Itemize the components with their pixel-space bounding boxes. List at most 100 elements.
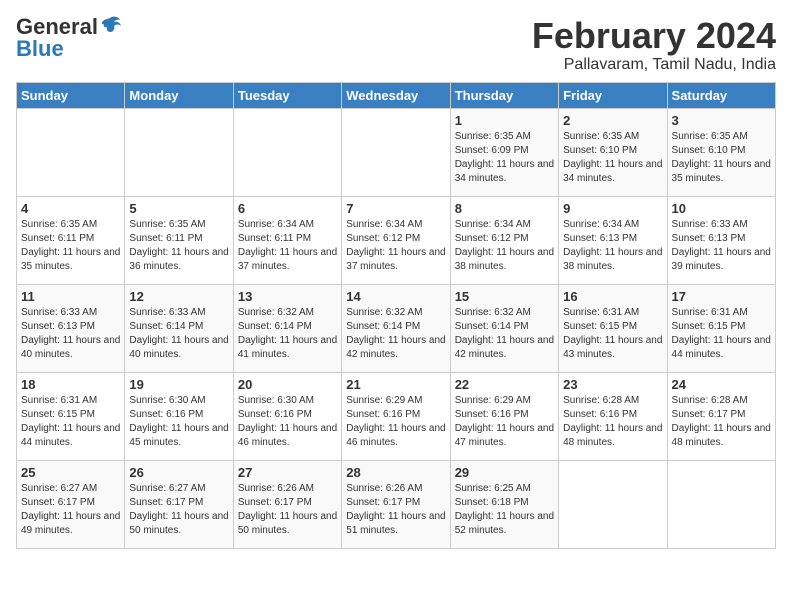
day-number: 16	[563, 289, 662, 304]
day-info: Sunrise: 6:32 AMSunset: 6:14 PMDaylight:…	[238, 306, 337, 362]
day-number: 28	[346, 465, 445, 480]
day-number: 26	[129, 465, 228, 480]
day-number: 29	[455, 465, 554, 480]
weekday-header: Tuesday	[233, 82, 341, 108]
calendar-cell: 9 Sunrise: 6:34 AMSunset: 6:13 PMDaylight…	[559, 196, 667, 284]
day-number: 27	[238, 465, 337, 480]
logo-bird-icon	[100, 14, 122, 36]
weekday-header: Sunday	[17, 82, 125, 108]
calendar-cell	[559, 460, 667, 548]
day-number: 20	[238, 377, 337, 392]
title-section: February 2024 Pallavaram, Tamil Nadu, In…	[532, 16, 776, 74]
day-info: Sunrise: 6:34 AMSunset: 6:12 PMDaylight:…	[455, 218, 554, 274]
calendar-cell: 3Sunrise: 6:35 AMSunset: 6:10 PMDaylight…	[667, 108, 775, 196]
calendar-cell: 15Sunrise: 6:32 AMSunset: 6:14 PMDayligh…	[450, 284, 558, 372]
day-number: 22	[455, 377, 554, 392]
calendar-cell: 7 Sunrise: 6:34 AMSunset: 6:12 PMDaylight…	[342, 196, 450, 284]
calendar-cell: 17Sunrise: 6:31 AMSunset: 6:15 PMDayligh…	[667, 284, 775, 372]
calendar-week-row: 4 Sunrise: 6:35 AMSunset: 6:11 PMDaylight…	[17, 196, 776, 284]
calendar-cell: 25 Sunrise: 6:27 AMSunset: 6:17 PMDayligh…	[17, 460, 125, 548]
day-info: Sunrise: 6:34 AMSunset: 6:13 PMDaylight:…	[563, 218, 662, 274]
calendar-cell: 24 Sunrise: 6:28 AMSunset: 6:17 PMDayligh…	[667, 372, 775, 460]
calendar-week-row: 11Sunrise: 6:33 AMSunset: 6:13 PMDayligh…	[17, 284, 776, 372]
day-info: Sunrise: 6:31 AMSunset: 6:15 PMDaylight:…	[21, 394, 120, 450]
calendar-cell: 28Sunrise: 6:26 AMSunset: 6:17 PMDayligh…	[342, 460, 450, 548]
calendar-cell: 19 Sunrise: 6:30 AMSunset: 6:16 PMDayligh…	[125, 372, 233, 460]
calendar-body: 1 Sunrise: 6:35 AMSunset: 6:09 PMDaylight…	[17, 108, 776, 548]
day-number: 10	[672, 201, 771, 216]
day-info: Sunrise: 6:27 AMSunset: 6:17 PMDaylight:…	[129, 482, 228, 538]
calendar-cell: 23Sunrise: 6:28 AMSunset: 6:16 PMDayligh…	[559, 372, 667, 460]
day-info: Sunrise: 6:34 AMSunset: 6:12 PMDaylight:…	[346, 218, 445, 274]
day-number: 24	[672, 377, 771, 392]
day-number: 21	[346, 377, 445, 392]
day-info: Sunrise: 6:32 AMSunset: 6:14 PMDaylight:…	[455, 306, 554, 362]
calendar-cell: 5 Sunrise: 6:35 AMSunset: 6:11 PMDaylight…	[125, 196, 233, 284]
day-info: Sunrise: 6:33 AMSunset: 6:13 PMDaylight:…	[672, 218, 771, 274]
day-info: Sunrise: 6:29 AMSunset: 6:16 PMDaylight:…	[455, 394, 554, 450]
day-number: 1	[455, 113, 554, 128]
day-info: Sunrise: 6:26 AMSunset: 6:17 PMDaylight:…	[238, 482, 337, 538]
day-info: Sunrise: 6:33 AMSunset: 6:14 PMDaylight:…	[129, 306, 228, 362]
location-text: Pallavaram, Tamil Nadu, India	[532, 56, 776, 74]
calendar-cell	[233, 108, 341, 196]
calendar-cell	[17, 108, 125, 196]
calendar-cell: 16Sunrise: 6:31 AMSunset: 6:15 PMDayligh…	[559, 284, 667, 372]
calendar-cell: 29 Sunrise: 6:25 AMSunset: 6:18 PMDayligh…	[450, 460, 558, 548]
calendar-table: SundayMondayTuesdayWednesdayThursdayFrid…	[16, 82, 776, 549]
day-info: Sunrise: 6:27 AMSunset: 6:17 PMDaylight:…	[21, 482, 120, 538]
day-info: Sunrise: 6:35 AMSunset: 6:11 PMDaylight:…	[129, 218, 228, 274]
weekday-header: Friday	[559, 82, 667, 108]
day-number: 4	[21, 201, 120, 216]
day-info: Sunrise: 6:33 AMSunset: 6:13 PMDaylight:…	[21, 306, 120, 362]
logo-general-text: General	[16, 16, 98, 38]
weekday-header: Thursday	[450, 82, 558, 108]
day-number: 8	[455, 201, 554, 216]
weekday-header: Saturday	[667, 82, 775, 108]
logo-blue-text: Blue	[16, 38, 64, 60]
weekday-header: Wednesday	[342, 82, 450, 108]
calendar-cell	[667, 460, 775, 548]
day-number: 7	[346, 201, 445, 216]
day-number: 25	[21, 465, 120, 480]
day-info: Sunrise: 6:34 AMSunset: 6:11 PMDaylight:…	[238, 218, 337, 274]
calendar-cell: 11Sunrise: 6:33 AMSunset: 6:13 PMDayligh…	[17, 284, 125, 372]
calendar-cell	[125, 108, 233, 196]
day-number: 17	[672, 289, 771, 304]
calendar-cell: 1 Sunrise: 6:35 AMSunset: 6:09 PMDaylight…	[450, 108, 558, 196]
weekday-header: Monday	[125, 82, 233, 108]
day-info: Sunrise: 6:25 AMSunset: 6:18 PMDaylight:…	[455, 482, 554, 538]
calendar-cell: 2Sunrise: 6:35 AMSunset: 6:10 PMDaylight…	[559, 108, 667, 196]
calendar-week-row: 1 Sunrise: 6:35 AMSunset: 6:09 PMDaylight…	[17, 108, 776, 196]
day-info: Sunrise: 6:35 AMSunset: 6:09 PMDaylight:…	[455, 130, 554, 186]
day-info: Sunrise: 6:35 AMSunset: 6:10 PMDaylight:…	[563, 130, 662, 186]
calendar-header: SundayMondayTuesdayWednesdayThursdayFrid…	[17, 82, 776, 108]
calendar-cell: 21 Sunrise: 6:29 AMSunset: 6:16 PMDayligh…	[342, 372, 450, 460]
day-info: Sunrise: 6:29 AMSunset: 6:16 PMDaylight:…	[346, 394, 445, 450]
day-number: 23	[563, 377, 662, 392]
calendar-cell: 22 Sunrise: 6:29 AMSunset: 6:16 PMDayligh…	[450, 372, 558, 460]
day-number: 6	[238, 201, 337, 216]
logo: General Blue	[16, 16, 122, 60]
day-number: 19	[129, 377, 228, 392]
day-number: 13	[238, 289, 337, 304]
day-info: Sunrise: 6:28 AMSunset: 6:17 PMDaylight:…	[672, 394, 771, 450]
calendar-cell	[342, 108, 450, 196]
day-info: Sunrise: 6:30 AMSunset: 6:16 PMDaylight:…	[129, 394, 228, 450]
calendar-cell: 14 Sunrise: 6:32 AMSunset: 6:14 PMDayligh…	[342, 284, 450, 372]
calendar-cell: 26 Sunrise: 6:27 AMSunset: 6:17 PMDayligh…	[125, 460, 233, 548]
day-number: 14	[346, 289, 445, 304]
day-info: Sunrise: 6:35 AMSunset: 6:10 PMDaylight:…	[672, 130, 771, 186]
day-info: Sunrise: 6:32 AMSunset: 6:14 PMDaylight:…	[346, 306, 445, 362]
calendar-cell: 27 Sunrise: 6:26 AMSunset: 6:17 PMDayligh…	[233, 460, 341, 548]
page-header: General Blue February 2024 Pallavaram, T…	[16, 16, 776, 74]
calendar-week-row: 18Sunrise: 6:31 AMSunset: 6:15 PMDayligh…	[17, 372, 776, 460]
day-info: Sunrise: 6:35 AMSunset: 6:11 PMDaylight:…	[21, 218, 120, 274]
calendar-cell: 18Sunrise: 6:31 AMSunset: 6:15 PMDayligh…	[17, 372, 125, 460]
day-number: 5	[129, 201, 228, 216]
day-info: Sunrise: 6:30 AMSunset: 6:16 PMDaylight:…	[238, 394, 337, 450]
calendar-cell: 4 Sunrise: 6:35 AMSunset: 6:11 PMDaylight…	[17, 196, 125, 284]
day-number: 9	[563, 201, 662, 216]
day-number: 12	[129, 289, 228, 304]
calendar-cell: 10 Sunrise: 6:33 AMSunset: 6:13 PMDayligh…	[667, 196, 775, 284]
